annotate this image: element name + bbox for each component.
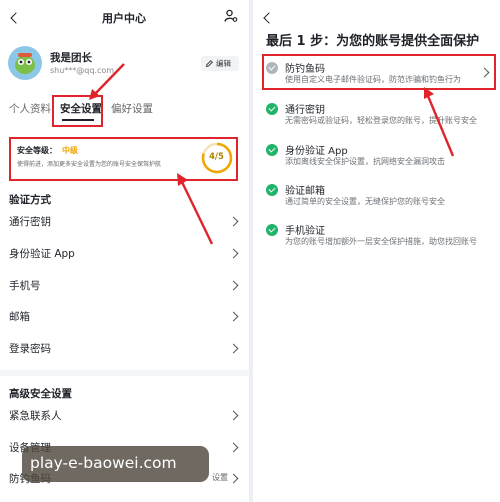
- chevron-right-icon: [479, 67, 490, 78]
- user-settings-icon[interactable]: [224, 9, 238, 23]
- advanced-section-title: 高级安全设置: [9, 388, 72, 400]
- step-title: 手机验证: [285, 226, 325, 237]
- verify-item-label: 手机号: [9, 280, 41, 292]
- step-authenticator-app[interactable]: 身份验证 App 添加离线安全保护设置，抗网络安全漏洞攻击: [253, 142, 500, 168]
- completed-check-icon: [266, 184, 278, 196]
- back-arrow-icon[interactable]: [10, 12, 22, 24]
- pencil-icon: [206, 60, 213, 67]
- chevron-right-icon: [228, 410, 239, 421]
- step-verify-email[interactable]: 验证邮箱 通过简单的安全设置，无缝保护您的账号安全: [253, 182, 500, 208]
- security-level-value: 中级: [62, 146, 78, 155]
- edit-label: 编辑: [216, 59, 231, 68]
- step-passkey[interactable]: 通行密钥 无需密码或验证码，轻松登录您的账号，提升账号安全: [253, 101, 500, 127]
- chevron-right-icon: [228, 473, 239, 484]
- advanced-item-emergency-contact[interactable]: 紧急联系人: [0, 400, 249, 430]
- pending-check-icon: [266, 62, 278, 74]
- verify-item-authenticator[interactable]: 身份验证 App: [0, 238, 249, 268]
- security-level-label: 安全等级：: [17, 146, 57, 155]
- completed-check-icon: [266, 144, 278, 156]
- section-divider: [0, 370, 249, 376]
- step-anti-phishing-code[interactable]: 防钓鱼码 使用自定义电子邮件验证码，防范诈骗和钓鱼行为: [253, 60, 500, 86]
- chevron-right-icon: [228, 311, 239, 322]
- annotation-arrow-icon: [424, 87, 455, 157]
- step-title: 身份验证 App: [285, 146, 348, 157]
- page-title: 用户中心: [102, 12, 146, 25]
- protection-steps-screen: 最后 1 步：为您的账号提供全面保护 防钓鱼码 使用自定义电子邮件验证码，防范诈…: [253, 0, 500, 502]
- chevron-right-icon: [228, 248, 239, 259]
- chevron-right-icon: [228, 216, 239, 227]
- verify-item-email[interactable]: 邮箱: [0, 301, 249, 331]
- verify-item-label: 登录密码: [9, 343, 51, 355]
- annotation-arrow-icon: [89, 63, 125, 100]
- back-arrow-icon[interactable]: [263, 12, 275, 24]
- chevron-right-icon: [228, 442, 239, 453]
- chevron-right-icon: [228, 280, 239, 291]
- verify-section-title: 验证方式: [9, 194, 51, 206]
- verify-item-label: 身份验证 App: [9, 248, 75, 260]
- tab-profile[interactable]: 个人资料: [9, 101, 51, 116]
- watermark-text: play-e-baowei.com: [30, 454, 177, 472]
- chevron-right-icon: [228, 343, 239, 354]
- page-title: 最后 1 步：为您的账号提供全面保护: [266, 34, 480, 49]
- step-desc: 通过简单的安全设置，无缝保护您的账号安全: [285, 197, 445, 206]
- security-level-desc: 使得前进，添加更多安全设置为您的账号安全保驾护航: [17, 161, 162, 168]
- completed-check-icon: [266, 103, 278, 115]
- verify-item-label: 通行密钥: [9, 216, 51, 228]
- verify-item-passkey[interactable]: 通行密钥: [0, 206, 249, 236]
- partial-setting-text: 设置: [212, 473, 228, 482]
- advanced-item-label: 紧急联系人: [9, 410, 62, 422]
- step-desc: 为您的账号增加额外一层安全保护措施，助您找回账号: [285, 237, 477, 246]
- verify-item-phone[interactable]: 手机号: [0, 270, 249, 300]
- step-title: 防钓鱼码: [285, 64, 325, 75]
- completed-check-icon: [266, 224, 278, 236]
- edit-button[interactable]: 编辑: [201, 56, 239, 71]
- user-center-screen: 用户中心 我是团长 shu***@qq.com 编辑 个人资料 安全设置 偏好设…: [0, 0, 249, 502]
- watermark-badge: play-e-baowei.com: [22, 446, 209, 482]
- step-title: 通行密钥: [285, 105, 325, 116]
- step-phone-verify[interactable]: 手机验证 为您的账号增加额外一层安全保护措施，助您找回账号: [253, 222, 500, 248]
- step-title: 验证邮箱: [285, 186, 325, 197]
- security-score: 4/5: [209, 152, 224, 162]
- avatar: [8, 46, 42, 80]
- tab-preferences[interactable]: 偏好设置: [111, 101, 153, 116]
- verify-item-label: 邮箱: [9, 311, 30, 323]
- verify-item-password[interactable]: 登录密码: [0, 333, 249, 363]
